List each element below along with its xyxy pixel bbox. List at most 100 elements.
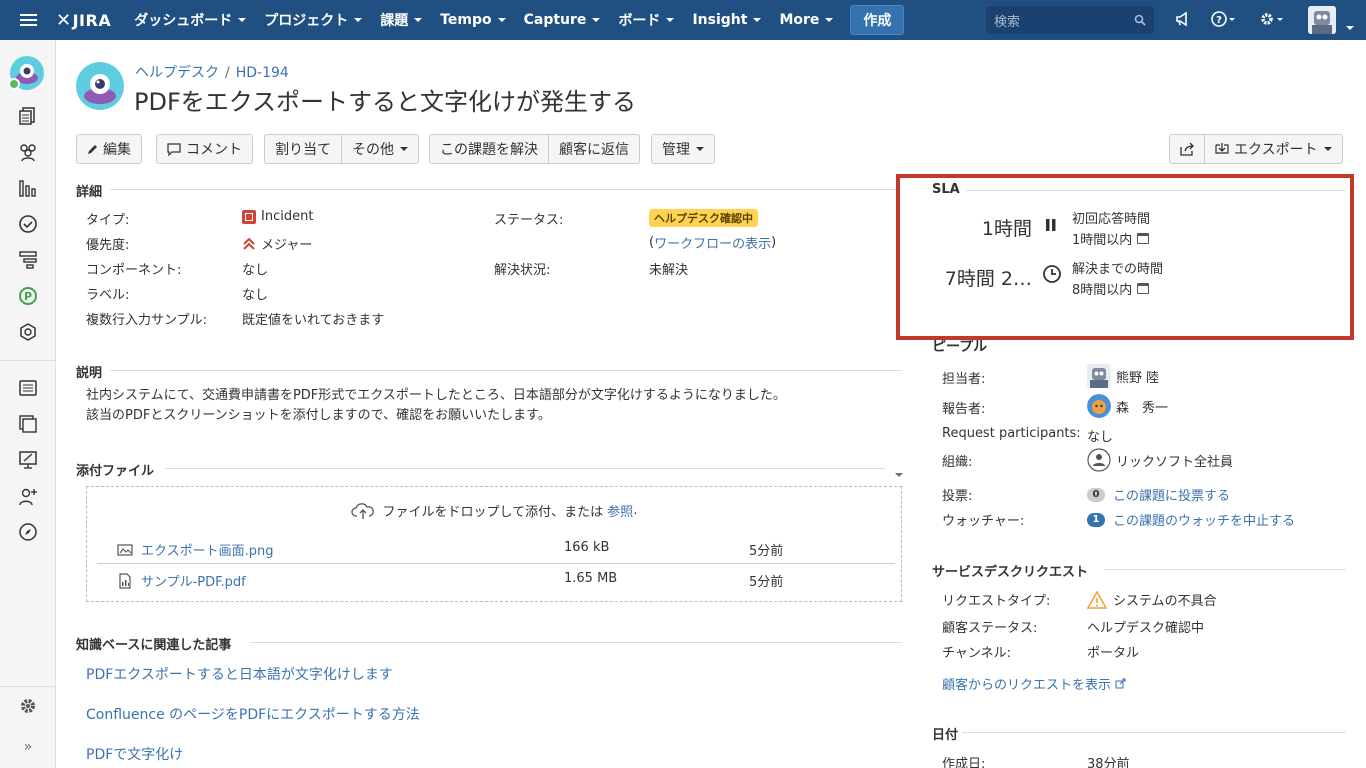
comment-toolbar-group: コメント (156, 134, 253, 164)
nav-boards[interactable]: ボード (609, 0, 683, 40)
sla-goal-text-1: 1時間以内 (1072, 233, 1133, 248)
watchers-value: 1 この課題のウォッチを中止する (1087, 510, 1295, 529)
view-customer-request-link[interactable]: 顧客からのリクエストを表示 (942, 674, 1111, 693)
project-settings-gear-icon[interactable] (17, 696, 39, 718)
nav-capture[interactable]: Capture (515, 0, 610, 40)
nav-projects[interactable]: プロジェクト (255, 0, 371, 40)
component-label: コンポーネント: (86, 263, 182, 278)
knowledge-base-icon[interactable] (17, 378, 39, 400)
compass-icon[interactable] (17, 522, 39, 544)
attachment-dropzone[interactable]: ファイルをドロップして添付、または 参照. エクスポート画面.png 166 k… (86, 486, 902, 602)
attachment-row-2[interactable]: サンプル-PDF.pdf (117, 571, 246, 590)
description-body[interactable]: 社内システムにて、交通費申請書をPDF形式でエクスポートしたところ、日本語部分が… (86, 386, 786, 426)
project-avatar[interactable] (76, 62, 124, 110)
attachment-separator (97, 563, 895, 564)
nav-tempo[interactable]: Tempo (431, 0, 514, 40)
request-type-text: システムの不具合 (1113, 594, 1217, 609)
organization-icon (1087, 448, 1111, 472)
customers-icon[interactable] (17, 142, 39, 164)
view-customer-request[interactable]: 顧客からのリクエストを表示 (942, 674, 1126, 693)
reply-customer-button[interactable]: 顧客に返信 (549, 134, 640, 164)
votes-label: 投票: (942, 489, 973, 504)
edit-toolbar-group: 編集 (76, 134, 142, 164)
breadcrumb: ヘルプデスク / HD-194 (135, 62, 289, 82)
channel-value: ポータル (1087, 646, 1140, 661)
attachment-row-1[interactable]: エクスポート画面.png (117, 540, 274, 559)
hexagon-settings-icon[interactable] (17, 322, 39, 344)
more-label: その他 (352, 142, 394, 158)
assign-button[interactable]: 割り当て (264, 134, 342, 164)
kb-article-link-2[interactable]: Confluence のページをPDFにエクスポートする方法 (86, 704, 420, 724)
sla-resolution-goal: 8時間以内 (1072, 279, 1150, 298)
queues-icon[interactable] (17, 106, 39, 128)
vote-link[interactable]: この課題に投票する (1113, 485, 1230, 504)
attachment-name-2[interactable]: サンプル-PDF.pdf (141, 571, 246, 590)
browse-link[interactable]: 参照 (607, 501, 633, 520)
issue-title[interactable]: PDFをエクスポートすると文字化けが発生する (134, 82, 636, 117)
monitor-icon[interactable] (17, 450, 39, 472)
participants-label: Request participants: (942, 426, 1081, 441)
help-icon[interactable]: ? (1210, 10, 1236, 32)
resolution-label: 解決状況: (494, 263, 551, 278)
stop-watching-link[interactable]: この課題のウォッチを中止する (1113, 510, 1295, 529)
jira-logo[interactable]: ✕ JIRA (56, 10, 111, 31)
image-file-icon (117, 543, 133, 556)
pencil-icon (88, 145, 97, 154)
add-user-icon[interactable] (17, 486, 39, 508)
edit-button[interactable]: 編集 (76, 134, 142, 164)
edit-label: 編集 (103, 142, 131, 158)
breadcrumb-issue-key-link[interactable]: HD-194 (236, 65, 289, 81)
breadcrumb-project-link[interactable]: ヘルプデスク (135, 65, 219, 81)
reports-chart-icon[interactable] (17, 178, 39, 200)
admin-button[interactable]: 管理 (651, 134, 715, 164)
nav-more[interactable]: More (770, 0, 842, 40)
kb-article-link-3[interactable]: PDFで文字化け (86, 744, 183, 764)
export-button[interactable]: エクスポート (1205, 134, 1343, 164)
resolve-issue-button[interactable]: この課題を解決 (429, 134, 549, 164)
assign-more-group: 割り当て その他 (264, 134, 419, 164)
more-actions-button[interactable]: その他 (342, 134, 419, 164)
user-menu-caret-icon[interactable] (1340, 18, 1354, 34)
reporter-value[interactable]: 森 秀一 (1087, 394, 1168, 418)
comment-button[interactable]: コメント (156, 134, 253, 164)
project-avatar-small[interactable] (8, 56, 44, 90)
settings-gear-icon[interactable] (1258, 10, 1284, 32)
nav-dashboards[interactable]: ダッシュボード (125, 0, 255, 40)
svg-text:?: ? (1216, 15, 1222, 26)
workflow-link[interactable]: ワークフローの表示 (654, 233, 771, 252)
votes-value: 0 この課題に投票する (1087, 485, 1230, 504)
menu-icon[interactable] (0, 0, 56, 40)
sla-clock-icon[interactable] (17, 214, 39, 236)
attachment-name-1[interactable]: エクスポート画面.png (141, 540, 274, 559)
dates-heading: 日付 (932, 728, 959, 743)
svg-text:P: P (24, 290, 32, 303)
kb-article-link-1[interactable]: PDFエクスポートすると日本語が文字化けします (86, 664, 393, 684)
assignee-name: 熊野 陸 (1116, 370, 1160, 386)
chevron-down-icon (696, 147, 704, 151)
share-icon (1180, 142, 1194, 156)
create-button[interactable]: 作成 (850, 5, 905, 35)
search-input[interactable]: 検索 (986, 6, 1154, 34)
warning-triangle-icon (1087, 590, 1107, 609)
feedback-megaphone-icon[interactable] (1174, 10, 1192, 32)
breadcrumb-separator: / (225, 65, 230, 81)
reporter-name: 森 秀一 (1116, 400, 1169, 416)
kb-heading: 知識ベースに関連した記事 (76, 638, 232, 653)
assignee-avatar (1087, 364, 1111, 388)
organization-value[interactable]: リックソフト全社員 (1087, 448, 1233, 472)
assignee-value[interactable]: 熊野 陸 (1087, 364, 1159, 388)
priority-label: 優先度: (86, 238, 130, 253)
user-avatar[interactable] (1308, 6, 1336, 34)
request-types-icon[interactable] (17, 250, 39, 272)
portal-p-icon[interactable]: P (17, 286, 39, 308)
organization-label: 組織: (942, 455, 973, 470)
attachments-options-chevron-icon[interactable] (889, 465, 903, 481)
expand-sidebar-icon[interactable]: » (17, 736, 39, 758)
reporter-label: 報告者: (942, 402, 986, 417)
pages-icon[interactable] (17, 414, 39, 436)
share-button[interactable] (1169, 134, 1205, 164)
sla-panel-highlight: SLA 1時間 初回応答時間 1時間以内 7時間 2… 解決までの時間 8時間以… (896, 174, 1354, 340)
nav-insight[interactable]: Insight (683, 0, 770, 40)
nav-issues[interactable]: 課題 (371, 0, 431, 40)
export-label: エクスポート (1234, 142, 1318, 158)
